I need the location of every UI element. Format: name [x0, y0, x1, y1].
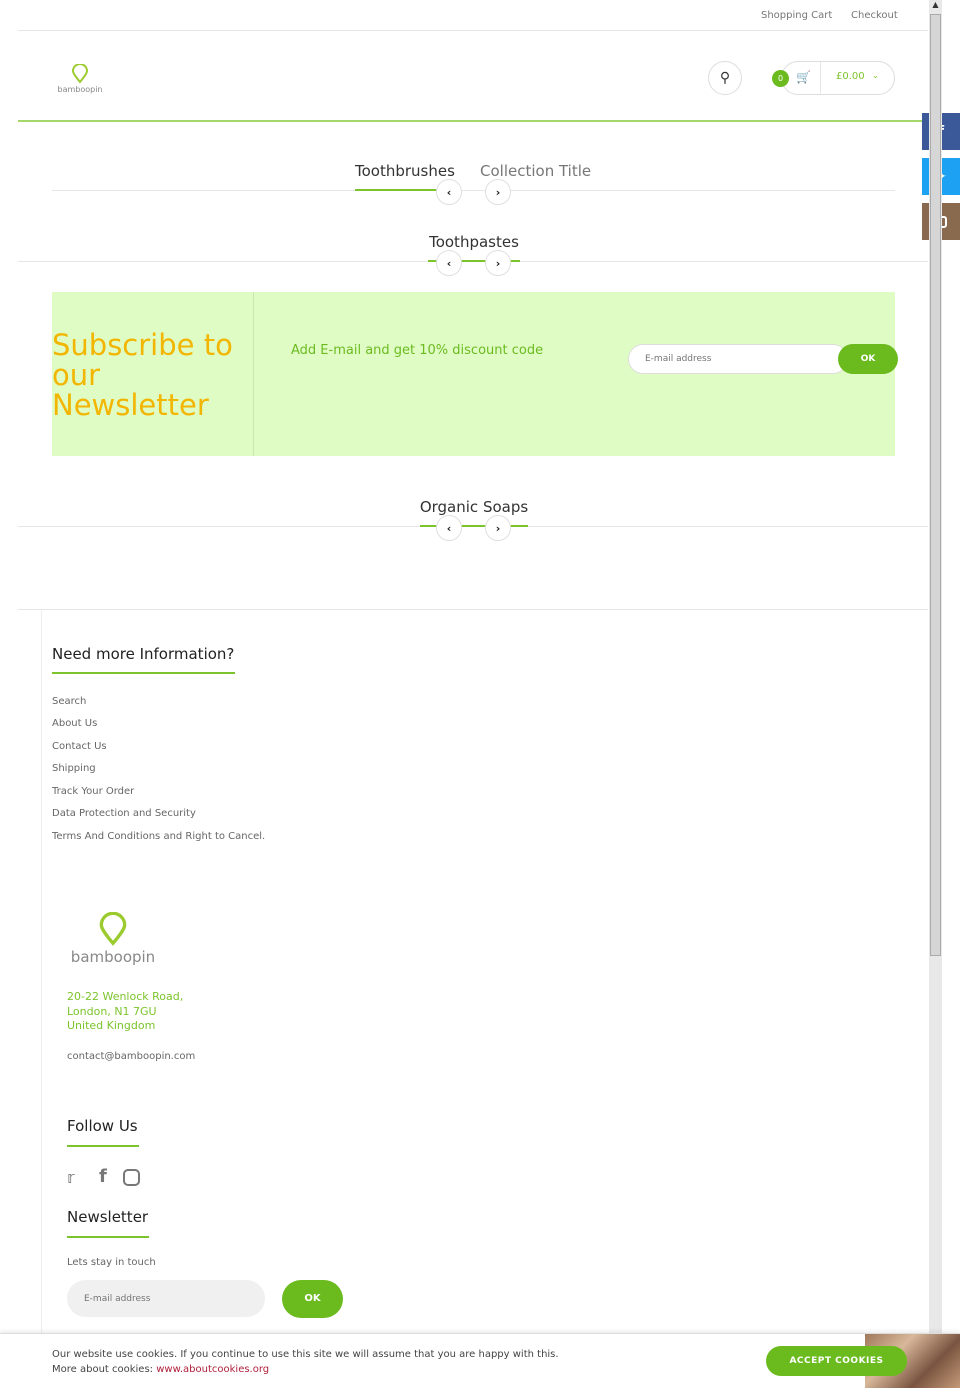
title-underline	[67, 1236, 149, 1238]
banner-email-input[interactable]	[628, 344, 848, 374]
prev-button[interactable]: ‹	[436, 179, 462, 205]
footer-address: 20-22 Wenlock Road, London, N1 7GU United …	[67, 990, 184, 1032]
title-underline	[52, 672, 235, 674]
cart-button[interactable]: 🛒 £0.00 ⌄	[781, 61, 895, 95]
instagram-icon[interactable]	[123, 1169, 140, 1186]
logo[interactable]: bamboopin	[54, 63, 106, 94]
footer-link-search[interactable]: Search	[52, 696, 86, 707]
scrollbar[interactable]: ▲	[929, 0, 942, 1387]
scroll-up-icon[interactable]: ▲	[929, 0, 942, 13]
cookie-bar: Our website use cookies. If you continue…	[0, 1333, 960, 1388]
prev-button[interactable]: ‹	[436, 515, 462, 541]
twitter-icon[interactable]: 𝕣	[67, 1168, 75, 1187]
header-divider	[18, 120, 928, 122]
title-underline	[67, 1145, 139, 1147]
footer-info-title: Need more Information?	[52, 645, 235, 663]
section-title: Toothpastes	[429, 233, 519, 251]
accept-cookies-button[interactable]: ACCEPT COOKIES	[766, 1346, 907, 1376]
footer-email-link[interactable]: contact@bamboopin.com	[67, 1051, 195, 1062]
chevron-left-icon: ‹	[446, 185, 452, 199]
footer-divider	[18, 609, 928, 610]
pin-icon	[99, 911, 127, 946]
footer-logo: bamboopin	[68, 911, 158, 966]
basket-icon: 🛒	[796, 70, 811, 84]
pin-icon	[71, 63, 89, 84]
chevron-left-icon: ‹	[446, 256, 452, 270]
banner-title: Subscribe to our Newsletter	[52, 328, 233, 422]
chevron-right-icon: ›	[495, 521, 501, 535]
footer-link-contact[interactable]: Contact Us	[52, 741, 107, 752]
section-title: Organic Soaps	[419, 498, 529, 516]
chevron-right-icon: ›	[495, 185, 501, 199]
search-icon: ⚲	[719, 70, 731, 86]
tab-collection-title[interactable]: Collection Title	[480, 162, 591, 180]
next-button[interactable]: ›	[485, 250, 511, 276]
divider	[18, 30, 928, 31]
chevron-right-icon: ›	[495, 256, 501, 270]
checkout-link[interactable]: Checkout	[851, 10, 898, 21]
footer-ok-button[interactable]: OK	[282, 1280, 343, 1318]
newsletter-text: Lets stay in touch	[67, 1257, 156, 1268]
chevron-down-icon: ⌄	[872, 71, 879, 80]
banner-subtitle: Add E-mail and get 10% discount code	[291, 343, 544, 358]
newsletter-title: Newsletter	[67, 1208, 149, 1226]
banner-ok-button[interactable]: OK	[838, 344, 898, 374]
chevron-left-icon: ‹	[446, 521, 452, 535]
cart-total: £0.00	[836, 71, 865, 82]
footer-link-data-protection[interactable]: Data Protection and Security	[52, 808, 196, 819]
footer-email-input[interactable]	[67, 1280, 265, 1317]
cart-count-badge: 0	[772, 70, 789, 87]
footer-link-terms[interactable]: Terms And Conditions and Right to Cancel…	[52, 831, 265, 842]
footer-link-about[interactable]: About Us	[52, 718, 97, 729]
facebook-icon[interactable]: f	[99, 1166, 107, 1187]
follow-title: Follow Us	[67, 1117, 138, 1135]
next-button[interactable]: ›	[485, 179, 511, 205]
footer-link-track[interactable]: Track Your Order	[52, 786, 134, 797]
next-button[interactable]: ›	[485, 515, 511, 541]
footer-link-shipping[interactable]: Shipping	[52, 763, 96, 774]
cookie-link[interactable]: www.aboutcookies.org	[156, 1364, 269, 1375]
shopping-cart-link[interactable]: Shopping Cart	[761, 10, 832, 21]
newsletter-banner: Subscribe to our Newsletter Add E-mail a…	[52, 292, 898, 456]
cookie-text: Our website use cookies. If you continue…	[52, 1349, 559, 1360]
prev-button[interactable]: ‹	[436, 250, 462, 276]
divider	[52, 190, 895, 191]
search-button[interactable]: ⚲	[708, 61, 742, 95]
tab-toothbrushes[interactable]: Toothbrushes	[355, 162, 455, 180]
